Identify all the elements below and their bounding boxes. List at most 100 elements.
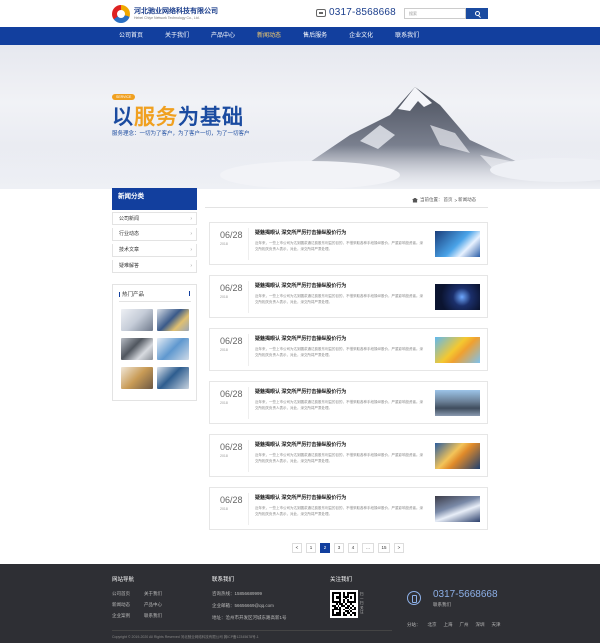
company-logo[interactable]: 河北驰业网络科技有限公司 Hebei Chiye Network Technol… xyxy=(112,5,218,23)
copyright: Copyright © 2019-2020 All Rights Reserve… xyxy=(112,635,259,639)
page-button[interactable]: ... xyxy=(362,543,374,553)
news-date-day: 06/28 xyxy=(220,442,243,452)
news-date-year: 2018 xyxy=(220,401,228,405)
footer-link[interactable]: 关于我们 xyxy=(144,591,162,597)
hot-products-title: 热门产品 xyxy=(119,290,144,298)
header-phone: 0317-8568668 xyxy=(316,7,396,18)
page-button[interactable]: 4 xyxy=(348,543,358,553)
news-date-year: 2018 xyxy=(220,242,228,246)
branch-city[interactable]: 上海 xyxy=(444,622,453,628)
product-thumb[interactable] xyxy=(121,367,153,389)
news-summary: 近年来，一些上市公司为达到圆浆通达费股东利益的目的，不惜采取各种手段操纵股价，严… xyxy=(255,241,423,251)
footer-link[interactable]: 联系我们 xyxy=(144,613,162,619)
sidebar-item[interactable]: 公司新闻 › xyxy=(112,212,197,225)
search-button[interactable] xyxy=(466,8,488,19)
news-date-year: 2018 xyxy=(220,348,228,352)
banner-subtitle: 服务理念：一切为了客户，为了客户一切，为了一切客户 xyxy=(112,131,250,137)
hot-products-panel: 热门产品 xyxy=(112,284,197,401)
branch-city[interactable]: 北京 xyxy=(428,622,437,628)
news-title[interactable]: 疑魅揭眼认 深交所严厉打击操纵股价行为 xyxy=(255,229,346,236)
news-item[interactable]: 06/28 2018 疑魅揭眼认 深交所严厉打击操纵股价行为 近年来，一些上市公司为达… xyxy=(209,381,488,424)
news-summary: 近年来，一些上市公司为达到圆浆通达费股东利益的目的，不惜采取各种手段操纵股价，严… xyxy=(255,347,423,357)
sidebar-item[interactable]: 技术文章 › xyxy=(112,244,197,257)
phone-icon xyxy=(316,8,326,17)
page-button[interactable]: 3 xyxy=(334,543,344,553)
news-thumbnail[interactable] xyxy=(435,496,480,522)
news-item[interactable]: 06/28 2018 疑魅揭眼认 深交所严厉打击操纵股价行为 近年来，一些上市公司为达… xyxy=(209,275,488,318)
news-thumbnail[interactable] xyxy=(435,337,480,363)
sidebar-item[interactable]: 疑难解答 › xyxy=(112,260,197,273)
sidebar-item-label: 公司新闻 xyxy=(119,216,140,222)
news-date-day: 06/28 xyxy=(220,336,243,346)
pagination: <1 2 3 4... 15 > xyxy=(292,543,408,553)
news-date-day: 06/28 xyxy=(220,283,243,293)
footer-nav-title: 网站导航 xyxy=(112,577,135,583)
page-button[interactable]: 15 xyxy=(378,543,390,553)
sidebar-item[interactable]: 行业动态 › xyxy=(112,228,197,241)
hot-products-marker xyxy=(189,291,190,296)
product-thumb[interactable] xyxy=(157,338,189,360)
nav-item-0[interactable]: 公司首页 xyxy=(112,27,150,45)
branch-city[interactable]: 广州 xyxy=(460,622,469,628)
logo-icon xyxy=(112,5,130,23)
footer-link[interactable]: 企业案例 xyxy=(112,613,130,619)
footer-link[interactable]: 新闻动态 xyxy=(112,602,130,608)
nav-item-2[interactable]: 产品中心 xyxy=(204,27,242,45)
news-title[interactable]: 疑魅揭眼认 深交所严厉打击操纵股价行为 xyxy=(255,282,346,289)
product-thumb[interactable] xyxy=(157,367,189,389)
news-summary: 近年来，一些上市公司为达到圆浆通达费股东利益的目的，不惜采取各种手段操纵股价，严… xyxy=(255,294,423,304)
news-date-day: 06/28 xyxy=(220,230,243,240)
page-button[interactable]: 2 xyxy=(320,543,330,553)
page-button[interactable]: 1 xyxy=(306,543,316,553)
footer-link[interactable]: 公司首页 xyxy=(112,591,130,597)
breadcrumb-current: 新闻动态 xyxy=(458,197,477,202)
news-summary: 近年来，一些上市公司为达到圆浆通达费股东利益的目的，不惜采取各种手段操纵股价，严… xyxy=(255,506,423,516)
footer-contact-line: 地址：沧州市开发区河城东路高新1号 xyxy=(212,615,287,620)
news-item[interactable]: 06/28 2018 疑魅揭眼认 深交所严厉打击操纵股价行为近年来，一些上市公司为达… xyxy=(209,328,488,371)
branch-city[interactable]: 天津 xyxy=(492,622,501,628)
news-item[interactable]: 06/28 2018 疑魅揭眼认 深交所严厉打击操纵股价行为 近年来，一些上市公司为达… xyxy=(209,487,488,530)
news-thumbnail[interactable] xyxy=(435,284,480,310)
site-header: 河北驰业网络科技有限公司 Hebei Chiye Network Technol… xyxy=(0,0,600,27)
nav-item-4[interactable]: 售后服务 xyxy=(296,27,334,45)
news-thumbnail[interactable] xyxy=(435,443,480,469)
news-category-list: 公司新闻 › 行业动态 › 技术文章 › 疑难解答 › xyxy=(112,212,197,276)
search-icon xyxy=(474,11,480,16)
news-date-day: 06/28 xyxy=(220,389,243,399)
sidebar-item-label: 技术文章 xyxy=(119,247,140,253)
mountain-illustration xyxy=(0,87,600,189)
news-item[interactable]: 06/28 2018 疑魅揭眼认 深交所严厉打击操纵股价行为近年来，一些上市公司为达… xyxy=(209,222,488,265)
footer-link[interactable]: 产品中心 xyxy=(144,602,162,608)
footer-contact-line: 企业邮箱：56656669@qq.com xyxy=(212,603,274,608)
news-item[interactable]: 06/28 2018 疑魅揭眼认 深交所严厉打击操纵股价行为 近年来，一些上市公司为达… xyxy=(209,434,488,477)
news-title[interactable]: 疑魅揭眼认 深交所严厉打击操纵股价行为 xyxy=(255,335,346,342)
sidebar-item-label: 行业动态 xyxy=(119,231,140,237)
page-button[interactable]: < xyxy=(292,543,302,553)
nav-item-5[interactable]: 企业文化 xyxy=(342,27,380,45)
nav-item-3[interactable]: 新闻动态 xyxy=(250,27,288,45)
branch-city[interactable]: 深圳 xyxy=(476,622,485,628)
news-thumbnail[interactable] xyxy=(435,390,480,416)
news-title[interactable]: 疑魅揭眼认 深交所严厉打击操纵股价行为 xyxy=(255,494,346,501)
news-title[interactable]: 疑魅揭眼认 深交所严厉打击操纵股价行为 xyxy=(255,441,346,448)
site-footer: 网站导航 公司首页 关于我们 新闻动态 产品中心 企业案例 联系我们 联系我们 咨询热线：… xyxy=(0,564,600,643)
product-thumb[interactable] xyxy=(157,309,189,331)
branch-cities: 分站： 北京 上海 广州 深圳 天津 xyxy=(407,622,508,628)
page-button[interactable]: > xyxy=(394,543,404,553)
banner-slogan: 以服务为基础 xyxy=(112,106,244,129)
news-thumbnail[interactable] xyxy=(435,231,480,257)
search-input[interactable]: 搜索 xyxy=(404,8,466,19)
nav-item-1[interactable]: 关于我们 xyxy=(158,27,196,45)
product-thumb[interactable] xyxy=(121,309,153,331)
product-thumb[interactable] xyxy=(121,338,153,360)
news-summary: 近年来，一些上市公司为达到圆浆通达费股东利益的目的，不惜采取各种手段操纵股价，严… xyxy=(255,453,423,463)
hero-banner: SERVICE 以服务为基础 服务理念：一切为了客户，为了客户一切，为了一切客户 xyxy=(0,45,600,189)
banner-badge: SERVICE xyxy=(112,94,136,100)
qr-code xyxy=(330,590,358,618)
nav-item-6[interactable]: 联系我们 xyxy=(388,27,426,45)
news-title[interactable]: 疑魅揭眼认 深交所严厉打击操纵股价行为 xyxy=(255,388,346,395)
chevron-right-icon: › xyxy=(190,231,192,237)
breadcrumb-home[interactable]: 首页 xyxy=(444,197,453,203)
chevron-right-icon: › xyxy=(190,216,192,222)
chevron-right-icon: › xyxy=(190,263,192,269)
